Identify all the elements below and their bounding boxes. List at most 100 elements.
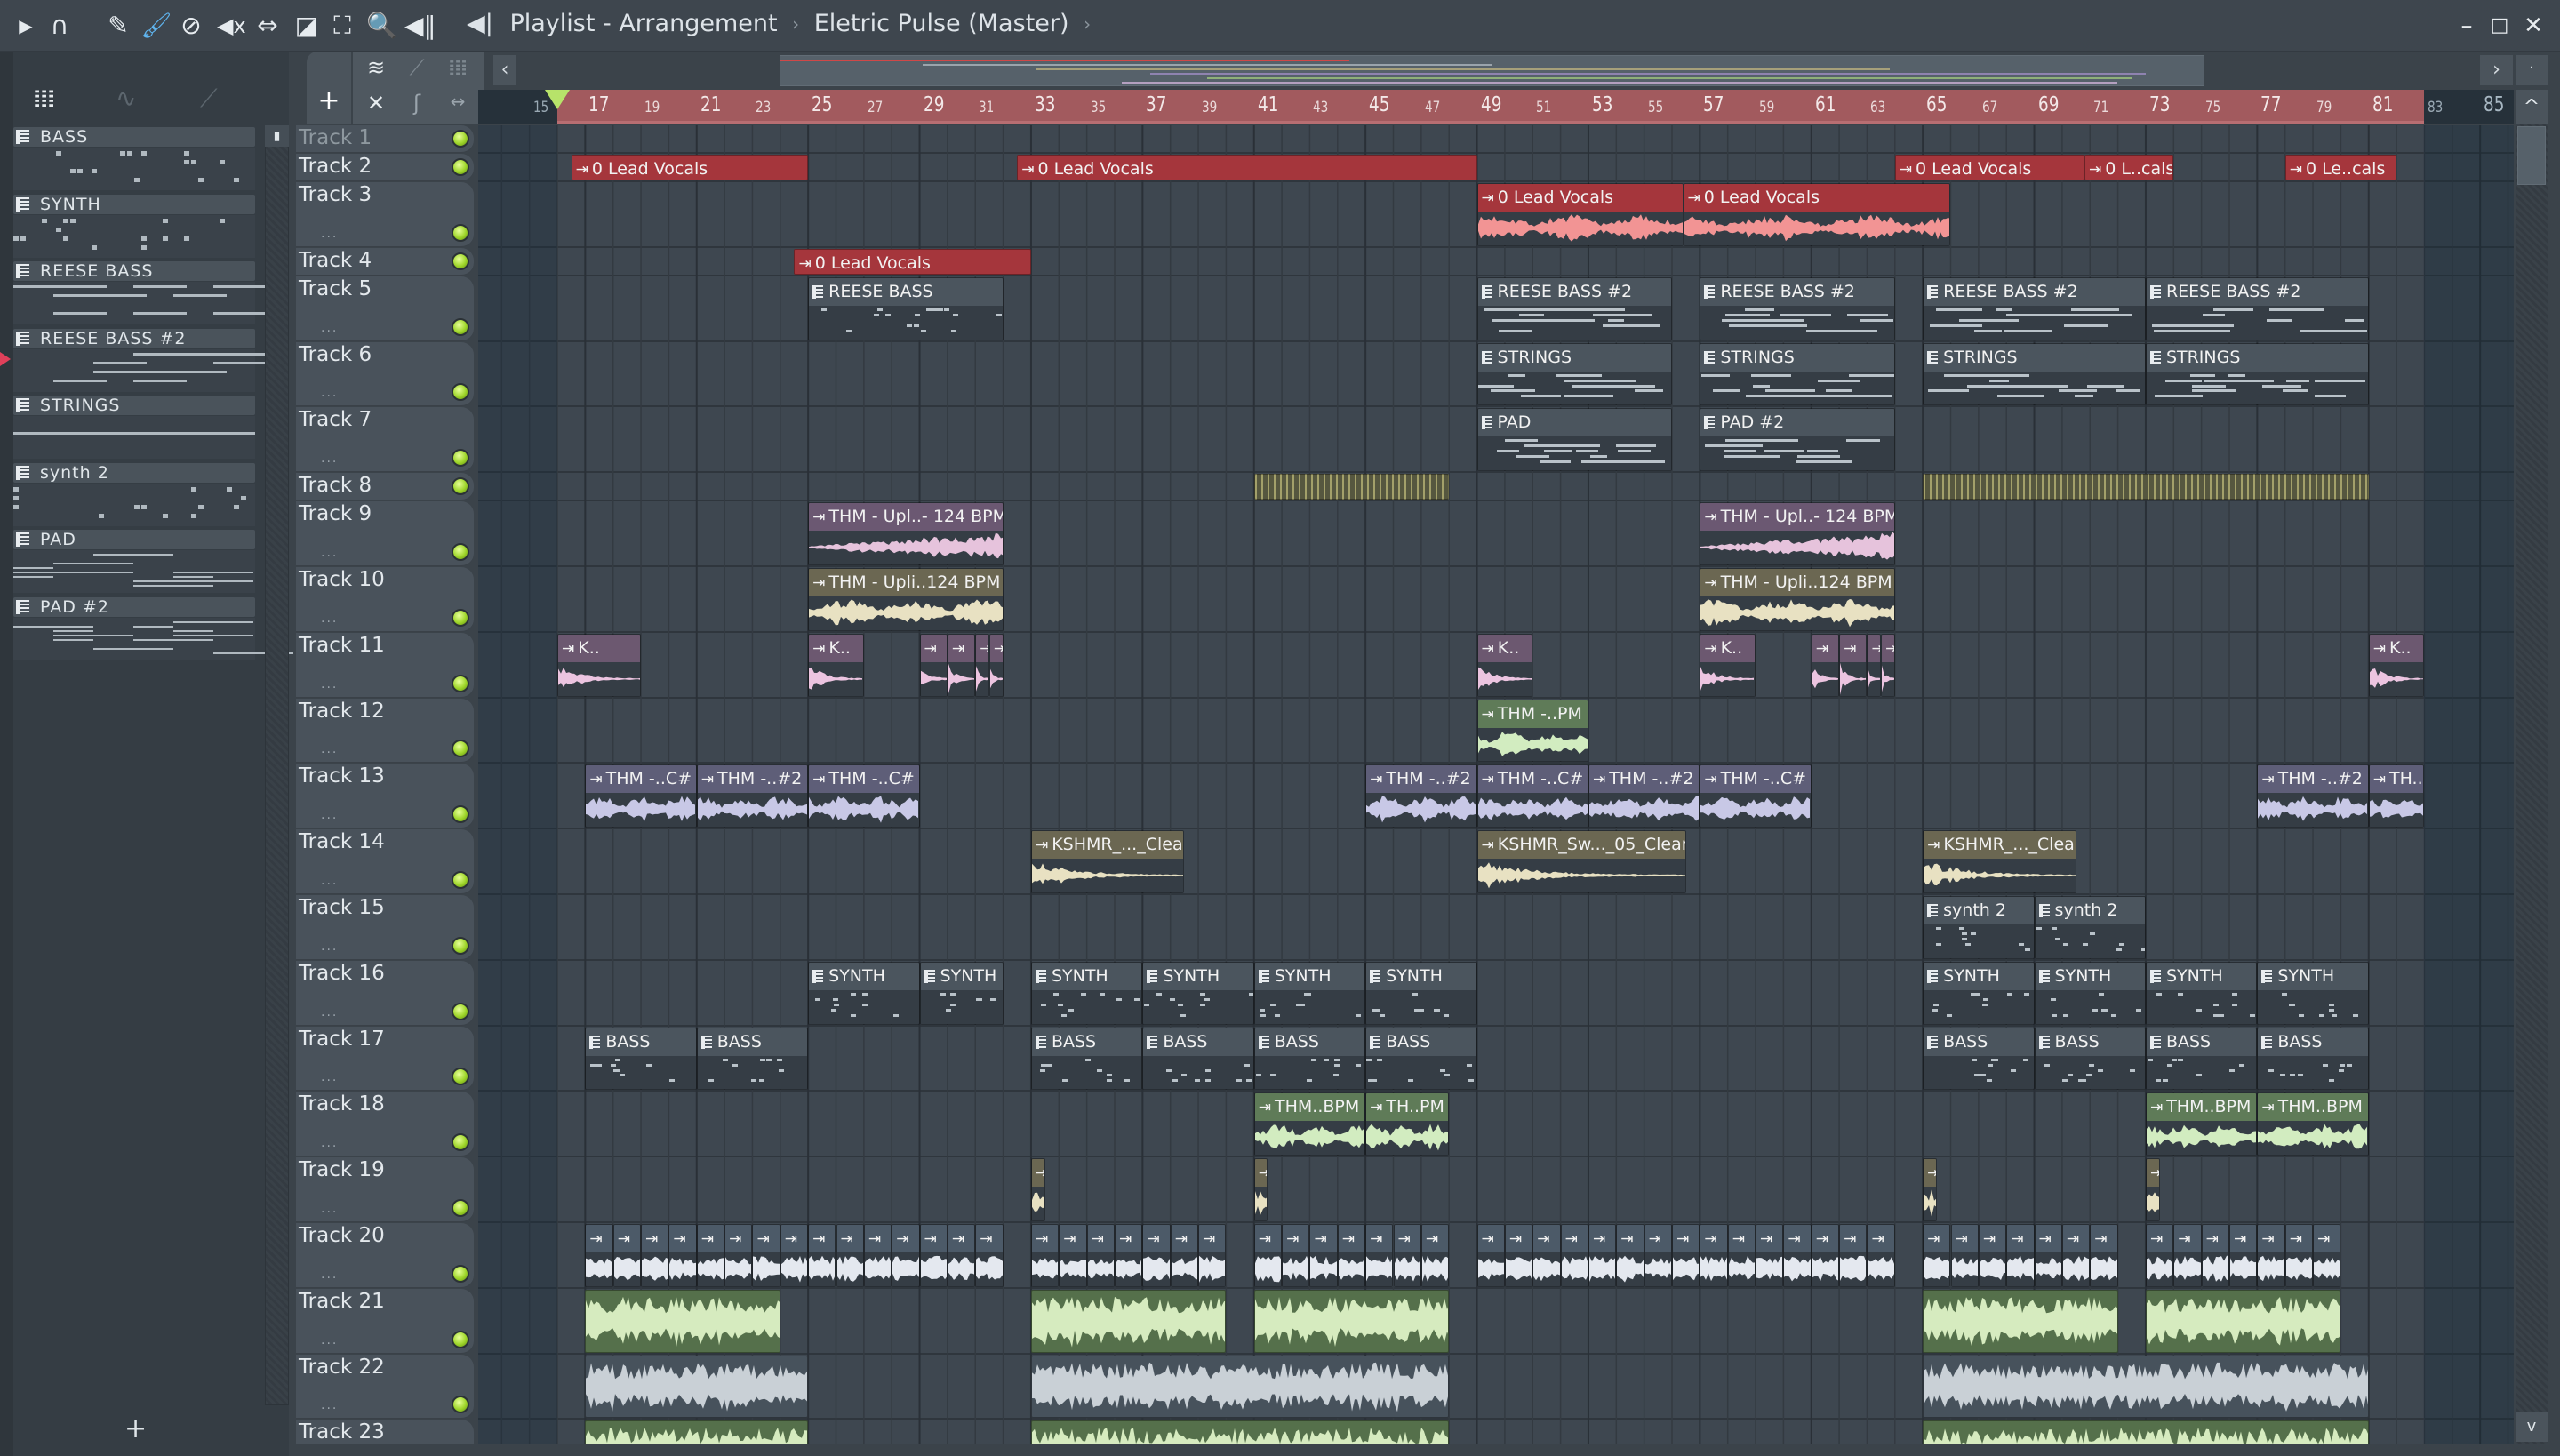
clip-header[interactable]: ⇥ THM -..#2 bbox=[1366, 765, 1476, 794]
clip-header[interactable]: SYNTH bbox=[1143, 962, 1253, 990]
playlist-clip[interactable]: ⇥ bbox=[1811, 1224, 1840, 1287]
track-enable-led[interactable] bbox=[452, 223, 469, 242]
audio-clip-filter-icon[interactable]: ≋ bbox=[358, 55, 394, 80]
arrangement-overview-scrollbar[interactable] bbox=[780, 55, 2204, 86]
track-enable-led[interactable] bbox=[452, 1133, 469, 1152]
clip-header[interactable]: ⇥ THM..BPM bbox=[2258, 1093, 2368, 1122]
playlist-clip[interactable]: ⇥ bbox=[668, 1224, 697, 1287]
clip-header[interactable]: SYNTH bbox=[1366, 962, 1476, 990]
playlist-clip[interactable]: ⇥ 0 Lead Vocals bbox=[1894, 155, 2084, 180]
clip-header[interactable]: ⇥ bbox=[809, 1225, 836, 1252]
pattern-item-header[interactable]: PAD bbox=[13, 530, 255, 549]
clip-header[interactable]: ⇥ bbox=[1533, 1225, 1560, 1252]
playlist-clip[interactable]: ⇥ THM..BPM bbox=[1253, 1092, 1366, 1156]
audio-wave-icon[interactable]: ∿ bbox=[116, 84, 136, 113]
pattern-item[interactable]: synth 2 bbox=[13, 462, 255, 528]
clip-header[interactable]: SYNTH bbox=[2035, 962, 2145, 990]
playlist-clip[interactable]: ⇥ bbox=[1672, 1224, 1700, 1287]
track-header[interactable]: Track 2 bbox=[296, 154, 474, 181]
playlist-clip[interactable]: ⇥ 0 Lead Vocals bbox=[1017, 155, 1477, 180]
playlist-clip[interactable] bbox=[585, 1420, 809, 1444]
playlist-clip[interactable] bbox=[1030, 1420, 1450, 1444]
clip-header[interactable]: ⇥ THM -..#2 bbox=[697, 765, 808, 794]
vertical-scrollbar[interactable] bbox=[2516, 90, 2548, 1444]
playlist-clip[interactable]: ⇥ bbox=[1476, 1224, 1505, 1287]
clip-header[interactable]: ⇥ bbox=[1116, 1225, 1142, 1252]
pattern-item[interactable]: PAD bbox=[13, 530, 255, 595]
playlist-clip[interactable]: SYNTH bbox=[1030, 961, 1143, 1025]
playlist-clip[interactable]: ⇥ bbox=[1086, 1224, 1115, 1287]
clip-header[interactable]: ⇥ THM -..#2 bbox=[2258, 765, 2368, 794]
clip-header[interactable]: ⇥ bbox=[1199, 1225, 1226, 1252]
track-header[interactable]: Track 6... bbox=[296, 341, 474, 407]
clip-header[interactable]: ⇥ K.. bbox=[1477, 634, 1532, 662]
pattern-item-header[interactable]: SYNTH bbox=[13, 194, 255, 214]
track-enable-led[interactable] bbox=[452, 383, 469, 402]
playlist-clip[interactable] bbox=[585, 1355, 809, 1419]
clip-header[interactable]: ⇥ bbox=[989, 634, 1003, 662]
clip-header[interactable]: ⇥ 0 Lead Vocals bbox=[1684, 184, 1950, 212]
playlist-clip[interactable]: SYNTH bbox=[1923, 961, 2035, 1025]
slice-tool-icon[interactable]: ◪ bbox=[293, 11, 320, 41]
track-lane[interactable] bbox=[478, 125, 2514, 154]
clip-header[interactable]: BASS bbox=[586, 1028, 696, 1056]
track-header[interactable]: Track 22... bbox=[296, 1354, 474, 1420]
clip-header[interactable]: BASS bbox=[2146, 1028, 2257, 1056]
playlist-clip[interactable]: STRINGS bbox=[1476, 342, 1672, 406]
add-pattern-button[interactable]: + bbox=[124, 1413, 147, 1444]
playlist-clip[interactable]: BASS bbox=[585, 1027, 697, 1091]
clip-header[interactable]: SYNTH bbox=[2146, 962, 2257, 990]
track-header[interactable]: Track 17... bbox=[296, 1026, 474, 1092]
playlist-clip[interactable]: ⇥ K.. bbox=[808, 633, 864, 697]
track-enable-led[interactable] bbox=[452, 1396, 469, 1414]
pattern-item[interactable]: REESE BASS bbox=[13, 261, 267, 326]
slip-tool-icon[interactable]: ⇔ bbox=[254, 11, 281, 41]
track-enable-led[interactable] bbox=[452, 252, 469, 270]
clip-header[interactable]: SYNTH bbox=[1031, 962, 1142, 990]
playlist-clip[interactable]: ⇥ THM..BPM bbox=[2257, 1092, 2369, 1156]
breadcrumb-target[interactable]: Eletric Pulse (Master) bbox=[814, 10, 1069, 37]
clip-header[interactable]: SYNTH bbox=[920, 962, 1003, 990]
playlist-clip[interactable]: ⇥ bbox=[724, 1224, 753, 1287]
playlist-clip[interactable]: ⇥ bbox=[1365, 1224, 1394, 1287]
panel-resize-edge[interactable] bbox=[0, 52, 13, 1456]
playlist-clip[interactable]: ⇥ 0 Lead Vocals bbox=[1683, 183, 1951, 246]
playlist-clip[interactable]: ⇥ bbox=[947, 1224, 976, 1287]
playlist-clip[interactable]: synth 2 bbox=[2034, 896, 2146, 959]
paint-brush-tool-icon[interactable]: 🖌 bbox=[140, 11, 172, 41]
playlist-clip[interactable]: ⇥ bbox=[2061, 1224, 2091, 1287]
playlist-clip[interactable]: ⇥ bbox=[1881, 633, 1895, 697]
playlist-clip[interactable]: ⇥ bbox=[1115, 1224, 1143, 1287]
clip-header[interactable]: ⇥ bbox=[948, 1225, 975, 1252]
playlist-clip[interactable]: ⇥ bbox=[1420, 1224, 1450, 1287]
clip-header[interactable]: ⇥ bbox=[1561, 1225, 1588, 1252]
playlist-clip[interactable]: ⇥ bbox=[919, 633, 948, 697]
track-header[interactable]: Track 19... bbox=[296, 1157, 474, 1222]
clip-header[interactable]: synth 2 bbox=[2035, 897, 2145, 924]
track-header[interactable]: Track 8 bbox=[296, 473, 474, 501]
clip-header[interactable]: ⇥ bbox=[1031, 1159, 1044, 1188]
playlist-clip[interactable]: BASS bbox=[1365, 1027, 1477, 1091]
playlist-clip[interactable]: ⇥ bbox=[1059, 1224, 1087, 1287]
playlist-clip[interactable]: ⇥ bbox=[1616, 1224, 1644, 1287]
playback-tool-icon[interactable]: ◀‖ bbox=[404, 11, 436, 41]
pattern-list-scrollbar[interactable] bbox=[265, 125, 289, 1405]
clip-header[interactable]: ⇥ bbox=[948, 634, 975, 662]
playlist-clip[interactable]: SYNTH bbox=[808, 961, 920, 1025]
clip-header[interactable]: ⇥ bbox=[1617, 1225, 1644, 1252]
playlist-clip[interactable]: SYNTH bbox=[1253, 961, 1366, 1025]
track-header[interactable]: Track 11... bbox=[296, 632, 474, 698]
playlist-clip[interactable]: BASS bbox=[2145, 1027, 2258, 1091]
pattern-item[interactable]: STRINGS bbox=[13, 396, 255, 460]
playlist-clip[interactable]: ⇥ KSHMR_..._Clean bbox=[1923, 830, 2076, 893]
clip-header[interactable]: ⇥ TH.. bbox=[2369, 765, 2424, 794]
clip-header[interactable]: ⇥ bbox=[2091, 1225, 2117, 1252]
playlist-clip[interactable]: ⇥ bbox=[1532, 1224, 1561, 1287]
track-header[interactable]: Track 18... bbox=[296, 1092, 474, 1157]
clip-header[interactable]: ⇥ bbox=[1882, 634, 1894, 662]
track-lane[interactable] bbox=[478, 567, 2514, 633]
clip-header[interactable]: BASS bbox=[1143, 1028, 1253, 1056]
playlist-clip[interactable]: ⇥ THM -..#2 bbox=[1365, 764, 1477, 828]
playlist-clip[interactable]: REESE BASS #2 bbox=[1700, 276, 1895, 340]
stretch-arrows-icon[interactable]: ↔ bbox=[440, 91, 476, 112]
